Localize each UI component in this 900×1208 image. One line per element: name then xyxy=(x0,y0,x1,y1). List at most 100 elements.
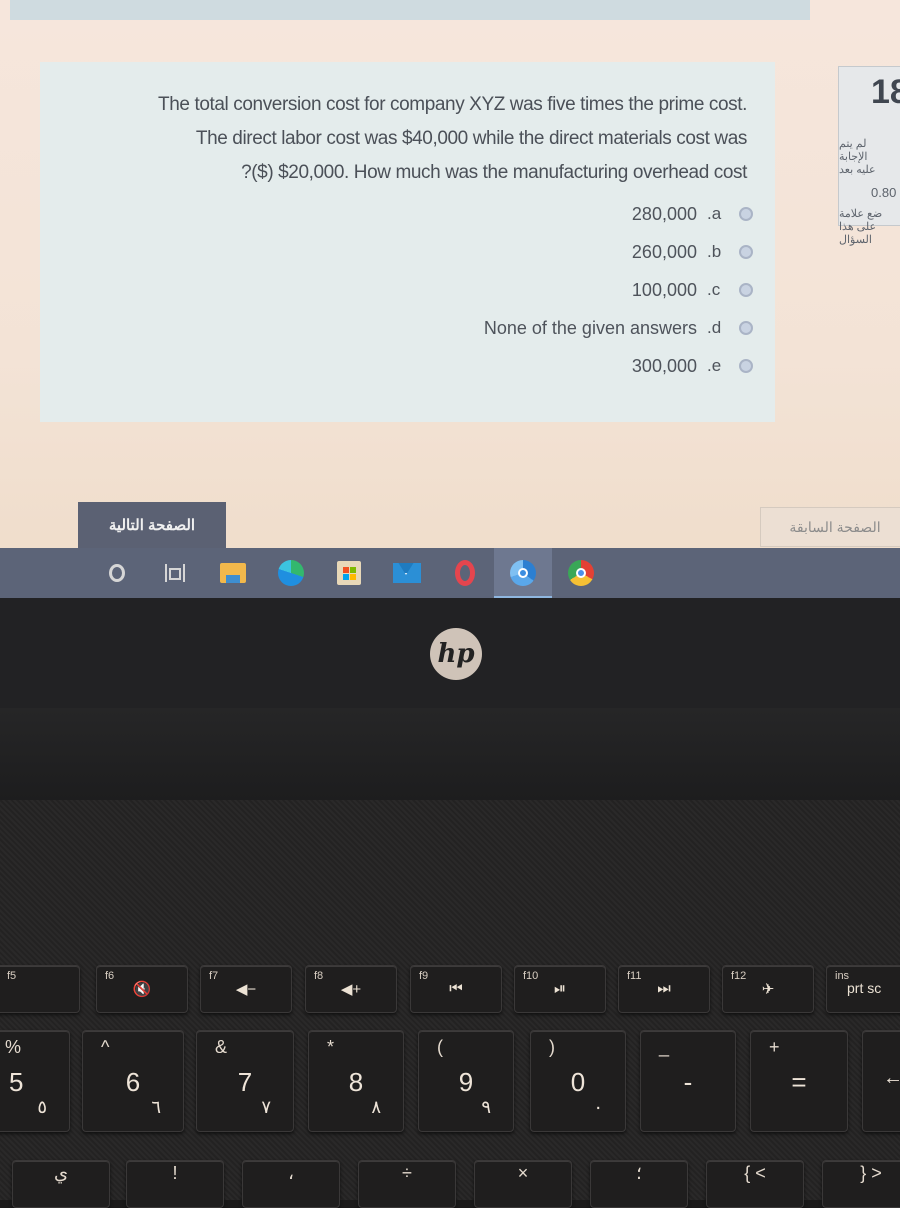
next-page-button[interactable]: الصفحة التالية xyxy=(78,502,226,548)
answer-letter: .e xyxy=(707,356,722,375)
question-status: لم يتم الإجابة عليه بعد xyxy=(839,138,876,176)
question-line: The total conversion cost for company XY… xyxy=(158,94,747,115)
key-5[interactable]: % 5 ٥ xyxy=(0,1030,70,1132)
previous-track-icon: ⏮ xyxy=(449,980,463,997)
previous-question-panel-edge xyxy=(10,0,810,20)
taskbar-chrome-canary[interactable] xyxy=(494,548,552,598)
key-9[interactable]: ( 9 ٩ xyxy=(418,1030,514,1132)
key-char: × xyxy=(517,1163,529,1183)
key-6[interactable]: ^ 6 ٦ xyxy=(82,1030,184,1132)
cortana-circle-icon xyxy=(109,564,125,582)
keyboard-key[interactable]: ، xyxy=(242,1160,340,1208)
key-minus[interactable]: _ - xyxy=(640,1030,736,1132)
key-main-char: 7 xyxy=(237,1067,253,1097)
key-equals[interactable]: + = xyxy=(750,1030,848,1132)
previous-page-button[interactable]: الصفحة السابقة xyxy=(760,507,900,547)
radio-button[interactable] xyxy=(739,245,753,259)
answer-letter: .d xyxy=(707,318,722,337)
key-arabic-char: ٦ xyxy=(151,1097,161,1117)
key-shift-char: ^ xyxy=(101,1037,110,1057)
next-track-icon: ⏭ xyxy=(657,980,671,997)
taskbar-mail[interactable] xyxy=(378,548,436,598)
key-shift-char: ( xyxy=(437,1037,443,1057)
keyboard-key[interactable]: × xyxy=(474,1160,572,1208)
key-f9[interactable]: f9 ⏮ xyxy=(410,965,502,1013)
flag-question-link[interactable]: ضع علامة على هذا السؤال xyxy=(839,207,887,246)
key-arabic-char: ٨ xyxy=(371,1097,381,1117)
key-main-char: 8 xyxy=(348,1067,364,1097)
key-shift-char: * xyxy=(327,1037,335,1057)
key-label: f5 xyxy=(7,970,17,982)
answer-option-d[interactable]: None of the given answers .d xyxy=(484,309,753,347)
key-0[interactable]: ) 0 ٠ xyxy=(530,1030,626,1132)
taskbar-opera[interactable] xyxy=(436,548,494,598)
question-text: The total conversion cost for company XY… xyxy=(47,88,747,190)
screen: The total conversion cost for company XY… xyxy=(0,0,900,598)
folder-icon xyxy=(220,563,246,583)
key-shift-char: % xyxy=(5,1037,22,1057)
key-arabic-char: ٧ xyxy=(261,1097,271,1117)
radio-button[interactable] xyxy=(739,207,753,221)
key-char: ÷ xyxy=(402,1163,412,1183)
keyboard-key[interactable]: ÷ xyxy=(358,1160,456,1208)
key-prt-sc[interactable]: ins prt sc xyxy=(826,965,900,1013)
key-main-char: 5 xyxy=(9,1067,24,1097)
key-f5[interactable]: f5 xyxy=(0,965,80,1013)
answer-letter: .c xyxy=(707,280,721,299)
answer-option-c[interactable]: 100,000 .c xyxy=(484,271,753,309)
opera-icon xyxy=(455,560,475,586)
key-7[interactable]: & 7 ٧ xyxy=(196,1030,294,1132)
chrome-icon xyxy=(568,560,594,586)
task-view-icon xyxy=(165,564,185,582)
answer-option-e[interactable]: 300,000 .e xyxy=(484,347,753,385)
taskbar-cortana[interactable] xyxy=(88,548,146,598)
taskbar-store[interactable] xyxy=(320,548,378,598)
question-grade: 0.80 xyxy=(871,185,897,200)
radio-button[interactable] xyxy=(739,283,753,297)
key-arabic-char: ٩ xyxy=(481,1097,491,1117)
key-arabic-char: ٥ xyxy=(37,1097,47,1117)
key-f8[interactable]: f8 ◀+ xyxy=(305,965,397,1013)
question-line: The direct labor cost was $40,000 while … xyxy=(195,128,748,149)
key-f11[interactable]: f11 ⏭ xyxy=(618,965,710,1013)
answer-letter: .b xyxy=(707,242,722,261)
keyboard-key[interactable]: ؛ xyxy=(590,1160,688,1208)
taskbar-task-view[interactable] xyxy=(146,548,204,598)
key-main-char: 9 xyxy=(458,1067,474,1097)
key-f6[interactable]: f6 🔇 xyxy=(96,965,188,1013)
key-backspace[interactable]: ← xyxy=(862,1030,900,1132)
volume-up-icon: ◀+ xyxy=(340,981,362,998)
keyboard-key[interactable]: ي xyxy=(12,1160,110,1208)
key-char: ، xyxy=(288,1163,294,1183)
keyboard-key[interactable]: ! xyxy=(126,1160,224,1208)
key-char: } > xyxy=(860,1163,882,1183)
taskbar-file-explorer[interactable] xyxy=(204,548,262,598)
store-bag-icon xyxy=(337,561,361,585)
key-char: ! xyxy=(172,1163,178,1183)
answer-text: 300,000 xyxy=(631,355,697,376)
backspace-arrow-icon: ← xyxy=(883,1067,900,1089)
question-panel: The total conversion cost for company XY… xyxy=(40,62,775,422)
key-f10[interactable]: f10 ⏯ xyxy=(514,965,606,1013)
key-main-char: - xyxy=(683,1067,693,1097)
answer-text: None of the given answers xyxy=(483,317,697,338)
key-8[interactable]: * 8 ٨ xyxy=(308,1030,404,1132)
chrome-blue-icon xyxy=(510,560,536,586)
answer-option-b[interactable]: 260,000 .b xyxy=(484,233,753,271)
key-main-char: = xyxy=(791,1067,807,1097)
print-screen-label: prt sc xyxy=(847,980,882,996)
answer-letter: .a xyxy=(707,204,722,223)
key-f12[interactable]: f12 ✈ xyxy=(722,965,814,1013)
keyboard-key[interactable]: } > xyxy=(822,1160,900,1208)
edge-browser-icon xyxy=(278,560,304,586)
radio-button[interactable] xyxy=(739,321,753,335)
answer-option-a[interactable]: 280,000 .a xyxy=(484,195,753,233)
question-info-box: 18 لم يتم الإجابة عليه بعد 0.80 ضع علامة… xyxy=(838,66,900,246)
taskbar-chrome[interactable] xyxy=(552,548,610,598)
key-f7[interactable]: f7 ◀− xyxy=(200,965,292,1013)
answer-text: 100,000 xyxy=(631,279,697,300)
taskbar-edge[interactable] xyxy=(262,548,320,598)
keyboard-key[interactable]: { < xyxy=(706,1160,804,1208)
radio-button[interactable] xyxy=(739,359,753,373)
answer-options: 280,000 .a 260,000 .b 100,000 .c None of… xyxy=(484,195,753,385)
